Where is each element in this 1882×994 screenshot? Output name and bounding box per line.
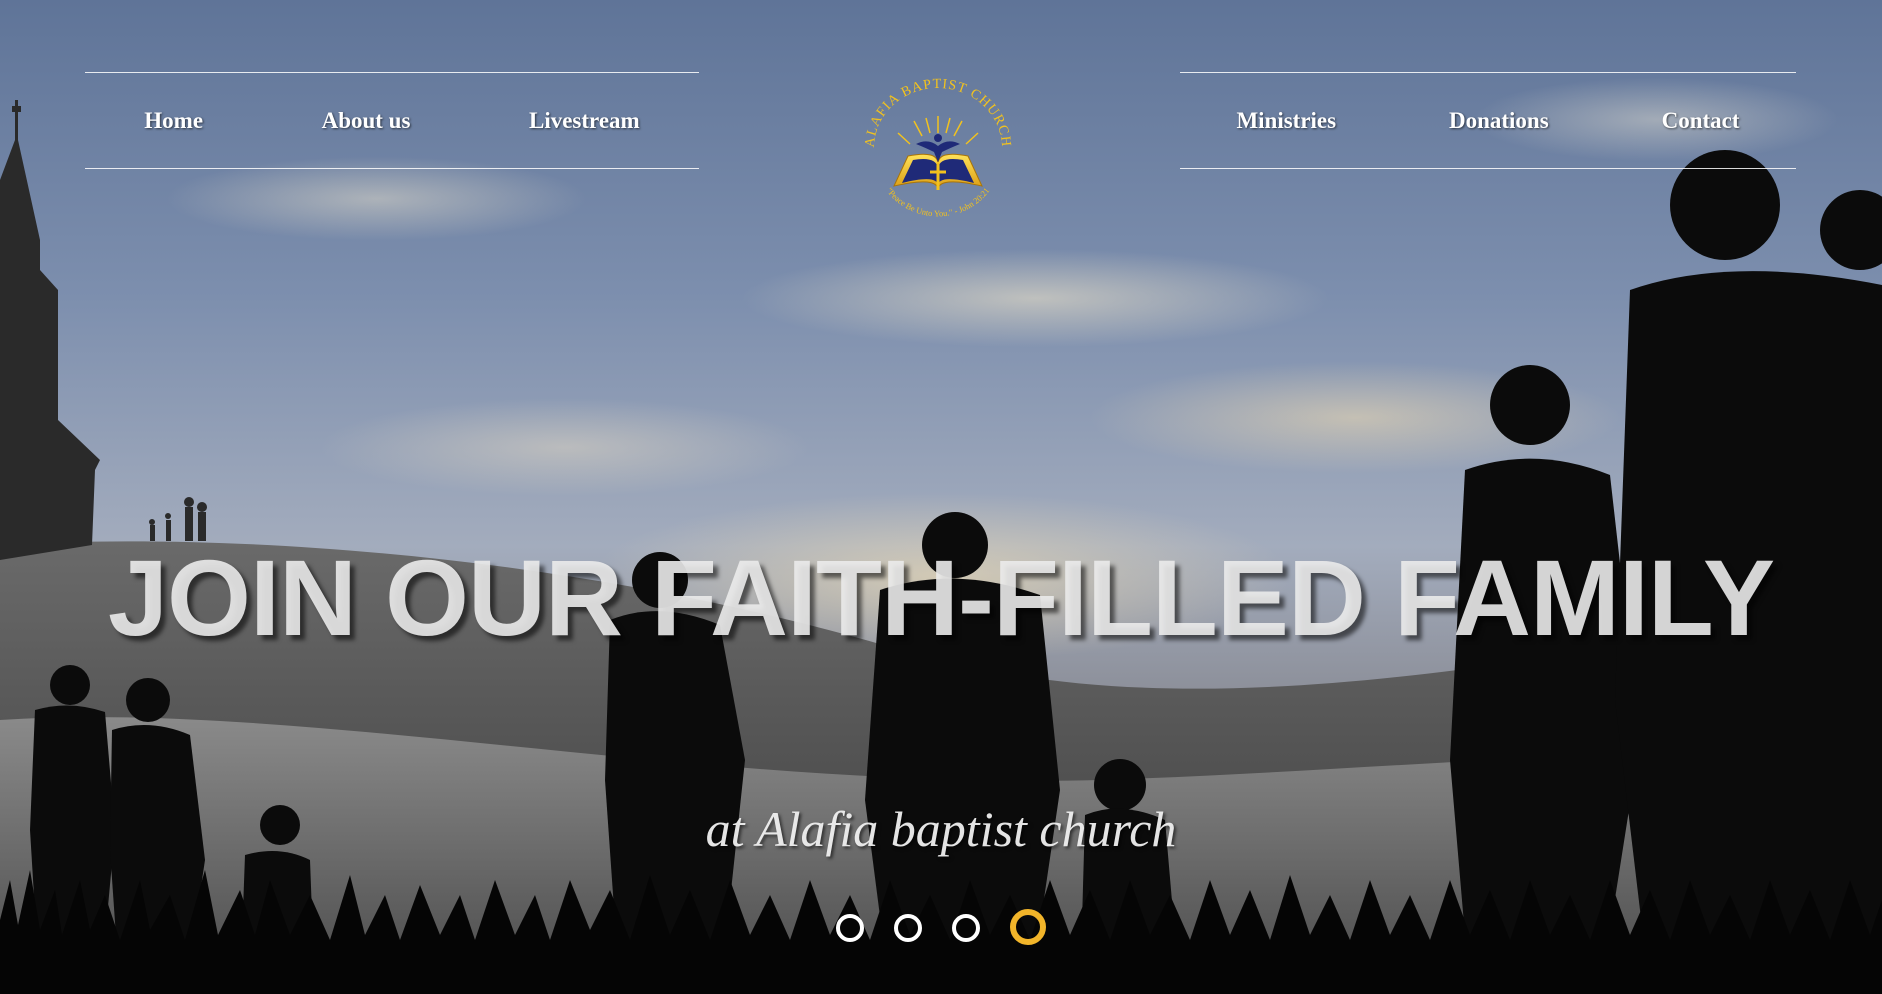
hero-headline: JOIN OUR FAITH-FILLED FAMILY	[107, 537, 1775, 658]
carousel-pagination	[0, 909, 1882, 945]
hero-subline: at Alafia baptist church	[705, 801, 1177, 857]
dove-book-cross-emblem-icon: ALAFIA BAPTIST CHURCH "Peace Be Unto You…	[863, 77, 1012, 219]
primary-nav-left: Home About us Livestream	[85, 72, 699, 169]
carousel-dot-2[interactable]	[894, 914, 922, 942]
nav-link-home[interactable]: Home	[144, 108, 203, 134]
nav-link-about-us[interactable]: About us	[322, 108, 411, 134]
nav-link-ministries[interactable]: Ministries	[1236, 108, 1336, 134]
primary-nav-right: Ministries Donations Contact	[1180, 72, 1796, 169]
carousel-dot-1[interactable]	[836, 914, 864, 942]
nav-link-donations[interactable]: Donations	[1449, 108, 1549, 134]
nav-link-livestream[interactable]: Livestream	[529, 108, 640, 134]
hero-slider: Home About us Livestream ALAFIA BAPTIST …	[0, 0, 1882, 994]
carousel-dot-3[interactable]	[952, 914, 980, 942]
nav-link-contact[interactable]: Contact	[1662, 108, 1740, 134]
carousel-dot-4-active[interactable]	[1010, 909, 1046, 945]
church-logo[interactable]: ALAFIA BAPTIST CHURCH "Peace Be Unto You…	[858, 77, 1018, 230]
logo-bottom-text: "Peace Be Unto You." - John 20:21	[885, 186, 992, 219]
svg-text:"Peace Be Unto You." - John 20: "Peace Be Unto You." - John 20:21	[885, 186, 992, 219]
